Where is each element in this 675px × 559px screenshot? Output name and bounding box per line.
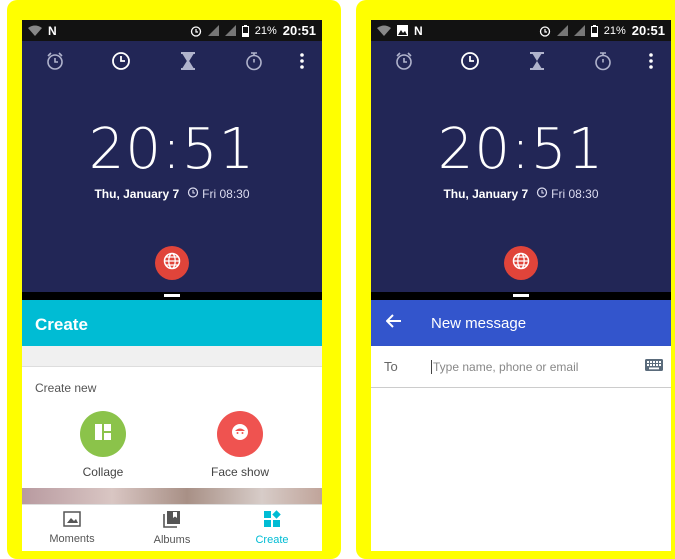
recipient-input[interactable]: Type name, phone or email — [431, 359, 637, 374]
alarm-status-icon — [539, 25, 551, 37]
divider-handle[interactable] — [164, 294, 180, 297]
wifi-icon — [377, 25, 391, 36]
page-title: New message — [431, 314, 527, 332]
wifi-icon — [28, 25, 42, 36]
clock-time: 20:51 — [437, 117, 605, 182]
divider-handle[interactable] — [513, 294, 529, 297]
albums-icon — [163, 510, 181, 531]
create-header: Create — [22, 300, 322, 346]
right-screen: N 21% 20:51 20:51 Thu, January 7 Fri 08:… — [371, 20, 671, 551]
notification-n-icon: N — [48, 23, 57, 38]
arrow-back-icon — [385, 313, 402, 333]
nav-moments-label: Moments — [49, 533, 95, 545]
split-screen-divider[interactable] — [22, 292, 322, 300]
right-phone-frame: N 21% 20:51 20:51 Thu, January 7 Fri 08:… — [356, 0, 675, 559]
alarm-tab-icon[interactable] — [43, 49, 67, 73]
alarm-status-icon — [190, 25, 202, 37]
moments-icon — [63, 511, 81, 530]
create-new-card: Create new Collage Face show — [22, 366, 322, 488]
moments-photo-preview[interactable] — [22, 488, 322, 504]
back-button[interactable] — [371, 313, 417, 333]
collage-icon — [95, 423, 111, 445]
more-options-icon[interactable] — [290, 49, 314, 73]
message-thread-area — [371, 388, 671, 551]
clock-tab-icon[interactable] — [458, 49, 482, 73]
timer-tab-icon[interactable] — [176, 49, 200, 73]
next-alarm: Fri 08:30 — [536, 186, 599, 201]
battery-percent: 21% — [254, 24, 277, 37]
date-line: Thu, January 7 Fri 08:30 — [371, 186, 671, 201]
nav-create[interactable]: Create — [222, 505, 322, 551]
status-bar: N 21% 20:51 — [371, 20, 671, 41]
stopwatch-tab-icon[interactable] — [591, 49, 615, 73]
bottom-navigation: Moments Albums Create — [22, 504, 322, 551]
status-time: 20:51 — [631, 23, 665, 38]
next-alarm-time: Fri 08:30 — [202, 186, 250, 201]
clock-date: Thu, January 7 — [443, 186, 529, 201]
globe-icon — [512, 252, 530, 275]
face-show-option[interactable]: Face show — [195, 411, 285, 479]
new-message-header: New message — [371, 300, 671, 346]
alarm-icon — [536, 186, 548, 201]
next-alarm-time: Fri 08:30 — [551, 186, 599, 201]
world-clock-button[interactable] — [504, 246, 538, 280]
alarm-tab-icon[interactable] — [392, 49, 416, 73]
collage-option[interactable]: Collage — [58, 411, 148, 479]
clock-app: 20:51 Thu, January 7 Fri 08:30 — [371, 41, 671, 293]
image-notification-icon — [397, 25, 408, 36]
nav-moments[interactable]: Moments — [22, 505, 122, 551]
world-clock-button[interactable] — [155, 246, 189, 280]
date-line: Thu, January 7 Fri 08:30 — [22, 186, 322, 201]
more-options-icon[interactable] — [639, 49, 663, 73]
clock-date: Thu, January 7 — [94, 186, 180, 201]
next-alarm: Fri 08:30 — [187, 186, 250, 201]
clock-tab-bar — [371, 41, 671, 81]
collage-label: Collage — [82, 465, 124, 479]
no-signal-icon — [207, 25, 219, 36]
status-time: 20:51 — [282, 23, 316, 38]
globe-icon — [163, 252, 181, 275]
page-title: Create — [35, 315, 88, 334]
no-signal-icon — [556, 25, 568, 36]
recipient-row: To Type name, phone or email — [371, 346, 671, 388]
create-new-label: Create new — [35, 381, 97, 395]
no-signal-icon-2 — [573, 25, 585, 36]
clock-tab-bar — [22, 41, 322, 81]
no-signal-icon-2 — [224, 25, 236, 36]
clock-app: 20:51 Thu, January 7 Fri 08:30 — [22, 41, 322, 293]
nav-albums[interactable]: Albums — [122, 505, 222, 551]
create-icon — [263, 510, 281, 531]
nav-create-label: Create — [255, 534, 289, 546]
collage-button[interactable] — [80, 411, 126, 457]
notification-n-icon: N — [414, 23, 423, 38]
left-screen: N 21% 20:51 20:51 Thu, January 7 Fri 08:… — [22, 20, 322, 551]
nav-albums-label: Albums — [153, 534, 191, 546]
battery-percent: 21% — [603, 24, 626, 37]
timer-tab-icon[interactable] — [525, 49, 549, 73]
keyboard-toggle-button[interactable] — [637, 358, 671, 376]
create-body: Create new Collage Face show — [22, 346, 322, 506]
battery-icon — [590, 24, 598, 37]
clock-time: 20:51 — [88, 117, 256, 182]
face-show-button[interactable] — [217, 411, 263, 457]
stopwatch-tab-icon[interactable] — [242, 49, 266, 73]
alarm-icon — [187, 186, 199, 201]
face-show-label: Face show — [210, 465, 270, 479]
to-label: To — [384, 359, 398, 374]
keyboard-icon — [645, 358, 663, 376]
face-show-icon — [231, 423, 249, 446]
clock-tab-icon[interactable] — [109, 49, 133, 73]
split-screen-divider[interactable] — [371, 292, 671, 300]
battery-icon — [241, 24, 249, 37]
status-bar: N 21% 20:51 — [22, 20, 322, 41]
left-phone-frame: N 21% 20:51 20:51 Thu, January 7 Fri 08:… — [7, 0, 341, 559]
